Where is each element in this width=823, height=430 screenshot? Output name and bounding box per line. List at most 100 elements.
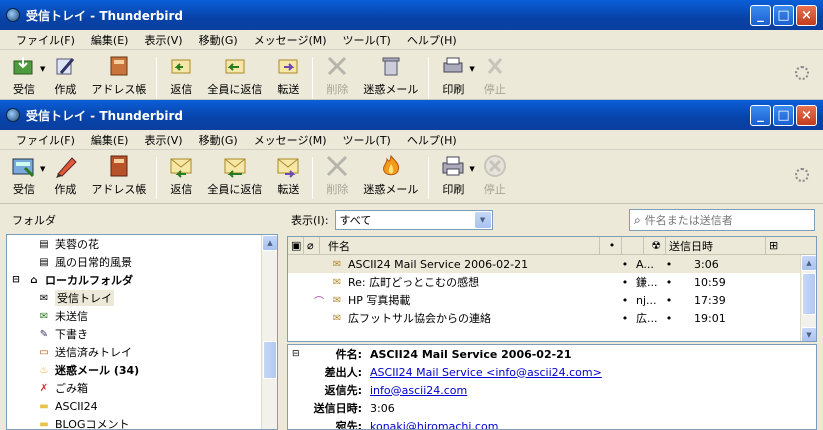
titlebar[interactable]: 受信トレイ - Thunderbird _ □ ×	[0, 100, 823, 130]
forward-button[interactable]: 転送	[268, 153, 308, 197]
search-icon: ⌕	[634, 212, 641, 227]
search-input[interactable]: ⌕ 件名または送信者	[629, 209, 815, 231]
back-toolbar: 受信 ▼ 作成 アドレス帳 返信 全員に返信 転送 削除 迷惑メール 印刷 ▼ …	[0, 50, 823, 100]
folder-item[interactable]: ▤ 風の日常的風景	[7, 253, 277, 271]
thread-pane: ▣ ⌀ 件名 • ☢ 送信日時 ⊞ ✉ ASCII24 Mail Service…	[287, 236, 817, 342]
minimize-button[interactable]: _	[750, 5, 771, 26]
maximize-button[interactable]: □	[773, 105, 794, 126]
from-link[interactable]: ASCII24 Mail Service <info@ascii24.com>	[370, 366, 602, 379]
reply-button[interactable]: 返信	[161, 53, 201, 97]
folder-item[interactable]: ✉ 未送信	[7, 307, 277, 325]
reply-all-button[interactable]: 全員に返信	[201, 53, 268, 97]
content-area: フォルダ ▤ 芙蓉の花 ▤ 風の日常的風景 ⊟ ⌂ ローカルフォルダ ✉ 受信トレイ ✉ 未…	[0, 206, 823, 430]
folder-item-inbox[interactable]: ✉ 受信トレイ	[7, 289, 277, 307]
message-row[interactable]: ⌒ ✉ HP 写真掲載 • nj... • 17:39	[288, 291, 816, 309]
to-link[interactable]: konaki@hiromachi.com	[370, 420, 498, 430]
folder-item[interactable]: ▭ 送信済みトレイ	[7, 343, 277, 361]
reply-to-link[interactable]: info@ascii24.com	[370, 384, 467, 397]
menu-help[interactable]: ヘルプ(H)	[399, 132, 465, 148]
folder-item-junk[interactable]: ♨ 迷惑メール (34)	[7, 361, 277, 379]
column-date[interactable]: 送信日時	[666, 237, 766, 254]
folder-scrollbar[interactable]: ▲	[261, 235, 277, 429]
message-subject: ASCII24 Mail Service 2006-02-21	[370, 347, 572, 361]
print-button[interactable]: 印刷	[433, 153, 473, 197]
close-button[interactable]: ×	[796, 105, 817, 126]
menu-help[interactable]: ヘルプ(H)	[399, 32, 465, 48]
menu-file[interactable]: ファイル(F)	[8, 32, 83, 48]
folder-item-local-folders[interactable]: ⊟ ⌂ ローカルフォルダ	[7, 271, 277, 289]
menu-edit[interactable]: 編集(E)	[83, 32, 137, 48]
column-picker-icon[interactable]: ⊞	[766, 237, 790, 254]
stop-button[interactable]: 停止	[475, 53, 515, 97]
folder-item[interactable]: ✎ 下書き	[7, 325, 277, 343]
read-column-icon[interactable]: •	[600, 237, 622, 254]
delete-button[interactable]: 削除	[317, 153, 357, 197]
menu-tools[interactable]: ツール(T)	[335, 32, 399, 48]
envelope-icon: ✉	[332, 294, 342, 306]
folder-item[interactable]: ✗ ごみ箱	[7, 379, 277, 397]
chevron-down-icon[interactable]: ▼	[474, 212, 491, 228]
house-icon: ⌂	[30, 274, 38, 286]
column-subject[interactable]: 件名	[320, 237, 600, 254]
envelope-icon: ✉	[332, 276, 342, 288]
forward-button[interactable]: 転送	[268, 53, 308, 97]
menu-file[interactable]: ファイル(F)	[8, 132, 83, 148]
write-button[interactable]: 作成	[45, 153, 85, 197]
get-mail-button[interactable]: 受信	[4, 153, 44, 197]
delete-button[interactable]: 削除	[317, 53, 357, 97]
view-select[interactable]: すべて ▼	[334, 210, 493, 230]
folder-item[interactable]: ▤ 芙蓉の花	[7, 235, 277, 253]
thread-column-icon[interactable]: ▣	[288, 237, 304, 254]
reply-button[interactable]: 返信	[161, 153, 201, 197]
scroll-thumb[interactable]	[263, 341, 277, 379]
menu-message[interactable]: メッセージ(M)	[246, 32, 335, 48]
folder-item[interactable]: ▬ ASCII24	[7, 397, 277, 415]
message-row[interactable]: ✉ ASCII24 Mail Service 2006-02-21 • A...…	[288, 255, 816, 273]
scroll-down-button[interactable]: ▼	[801, 327, 816, 341]
menu-view[interactable]: 表示(V)	[136, 132, 190, 148]
scroll-thumb[interactable]	[802, 273, 816, 315]
sender-column[interactable]	[622, 237, 644, 254]
toolbar-separator	[312, 57, 314, 99]
reply-all-icon	[221, 53, 249, 79]
scroll-up-button[interactable]: ▲	[262, 235, 277, 251]
attachment-column-icon[interactable]: ⌀	[304, 237, 320, 254]
message-row[interactable]: ✉ 広フットサル協会からの連絡 • 広... • 19:01	[288, 309, 816, 327]
menu-edit[interactable]: 編集(E)	[83, 132, 137, 148]
address-book-button[interactable]: アドレス帳	[85, 53, 152, 97]
toolbar-separator	[428, 57, 430, 99]
address-book-button[interactable]: アドレス帳	[85, 153, 152, 197]
reply-all-button[interactable]: 全員に返信	[201, 153, 268, 197]
menu-message[interactable]: メッセージ(M)	[246, 132, 335, 148]
menu-tools[interactable]: ツール(T)	[335, 132, 399, 148]
get-mail-button[interactable]: 受信	[4, 53, 44, 97]
maximize-button[interactable]: □	[773, 5, 794, 26]
get-mail-icon	[10, 53, 38, 79]
delete-x-icon	[323, 153, 351, 179]
stop-button[interactable]: 停止	[475, 153, 515, 197]
folder-pane: ▤ 芙蓉の花 ▤ 風の日常的風景 ⊟ ⌂ ローカルフォルダ ✉ 受信トレイ ✉ 未送信 ✎ 下…	[6, 234, 278, 430]
collapse-header-icon[interactable]: ⊟	[292, 349, 300, 359]
rss-feed-icon: ▤	[39, 256, 49, 268]
junk-button[interactable]: 迷惑メール	[357, 153, 424, 197]
junk-button[interactable]: 迷惑メール	[357, 53, 424, 97]
window-title: 受信トレイ - Thunderbird	[26, 108, 184, 123]
junk-column-icon[interactable]: ☢	[644, 237, 666, 254]
thread-scrollbar[interactable]: ▲ ▼	[800, 255, 816, 341]
collapse-toggle-icon[interactable]: ⊟	[9, 274, 23, 287]
back-titlebar[interactable]: 受信トレイ - Thunderbird _ □ ×	[0, 0, 823, 30]
trash-can-icon	[377, 53, 405, 79]
folder-item[interactable]: ▬ BLOGコメント	[7, 415, 277, 429]
printer-icon	[439, 153, 467, 179]
reply-all-icon	[221, 153, 249, 179]
menu-view[interactable]: 表示(V)	[136, 32, 190, 48]
read-dot-icon: •	[621, 311, 629, 325]
write-button[interactable]: 作成	[45, 53, 85, 97]
print-button[interactable]: 印刷	[433, 53, 473, 97]
scroll-up-button[interactable]: ▲	[801, 255, 816, 271]
menu-go[interactable]: 移動(G)	[191, 132, 246, 148]
close-button[interactable]: ×	[796, 5, 817, 26]
menu-go[interactable]: 移動(G)	[191, 32, 246, 48]
minimize-button[interactable]: _	[750, 105, 771, 126]
message-row[interactable]: ✉ Re: 広町どっとこむの感想 • 鎌... • 10:59	[288, 273, 816, 291]
